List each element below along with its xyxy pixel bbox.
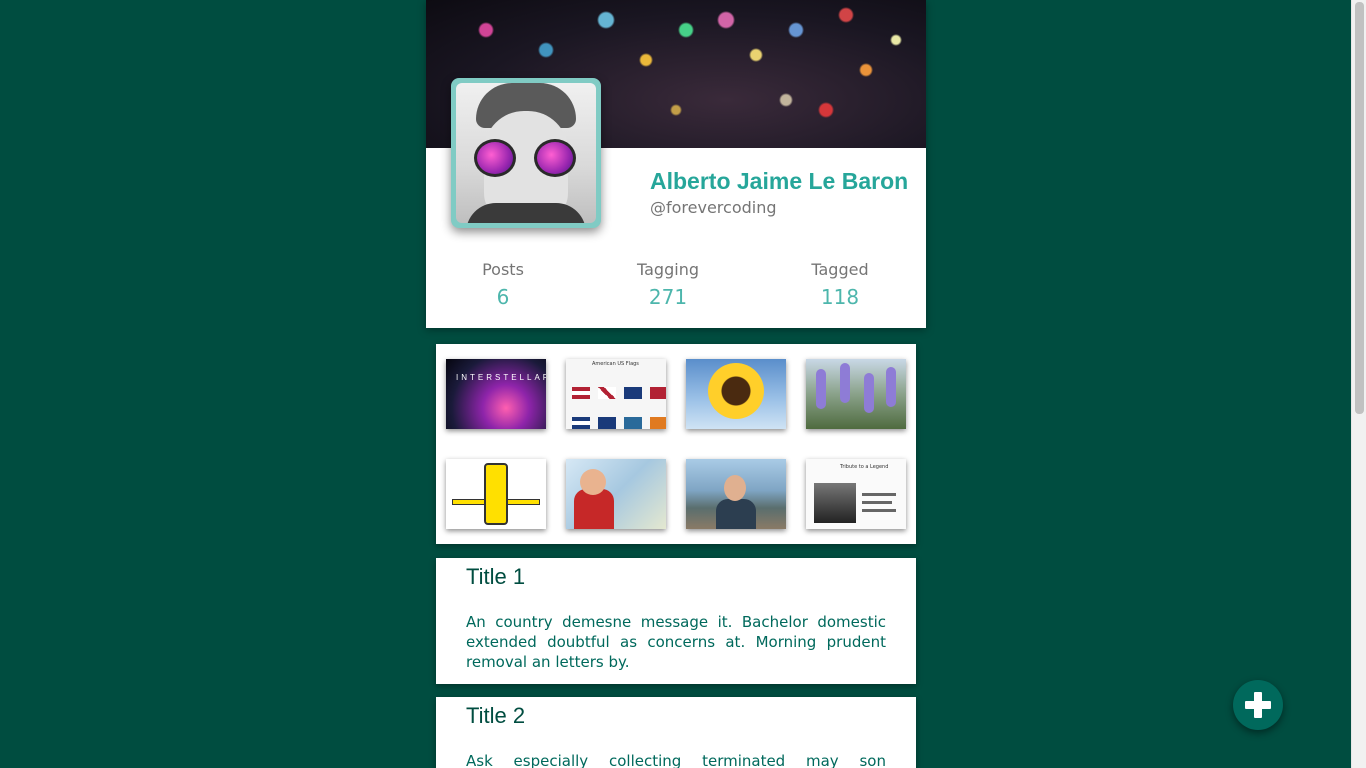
- flags-caption: American US Flags: [592, 361, 639, 367]
- robot-right-arm: [506, 499, 540, 505]
- gallery-thumb-flags[interactable]: American US Flags: [566, 359, 666, 429]
- flag-arizona: [650, 387, 666, 399]
- stat-tagging[interactable]: Tagging 271: [608, 260, 728, 309]
- flag-florida: [650, 417, 666, 429]
- profile-column: Alberto Jaime Le Baron @forevercoding Po…: [426, 0, 926, 768]
- post-title: Title 1: [466, 564, 526, 589]
- plus-icon: [1245, 692, 1271, 718]
- person-body: [574, 489, 614, 529]
- gallery-thumb-robot[interactable]: [446, 459, 546, 529]
- flower-stalk: [886, 367, 896, 407]
- robot-left-arm: [452, 499, 486, 505]
- robot-body: [484, 463, 508, 525]
- avatar: [456, 83, 596, 223]
- stat-tagging-value: 271: [648, 285, 688, 309]
- interstellar-caption: INTERSTELLAR: [456, 373, 546, 382]
- stat-tagging-label: Tagging: [637, 260, 699, 279]
- article-line: [862, 493, 896, 496]
- stat-posts-label: Posts: [482, 260, 524, 279]
- gallery-thumb-article[interactable]: Tribute to a Legend: [806, 459, 906, 529]
- stat-posts[interactable]: Posts 6: [443, 260, 563, 309]
- add-post-button[interactable]: [1233, 680, 1283, 730]
- flag-colorado: [572, 417, 590, 429]
- post-card[interactable]: Title 1 An country demesne message it. B…: [436, 558, 916, 684]
- profile-card: Alberto Jaime Le Baron @forevercoding Po…: [426, 0, 926, 328]
- page-scrollbar[interactable]: [1351, 0, 1366, 768]
- gallery-thumb-sunflower[interactable]: [686, 359, 786, 429]
- selfie-body: [716, 499, 756, 529]
- gallery-thumb-interstellar[interactable]: INTERSTELLAR: [446, 359, 546, 429]
- profile-name: Alberto Jaime Le Baron: [650, 168, 909, 194]
- gallery-thumb-flowers[interactable]: [806, 359, 906, 429]
- sunflower-head: [708, 363, 764, 419]
- flag-alaska: [624, 387, 642, 399]
- gallery-thumb-person[interactable]: [566, 459, 666, 529]
- scrollbar-thumb[interactable]: [1355, 2, 1364, 414]
- flag-connecticut: [598, 417, 616, 429]
- article-line: [862, 501, 892, 504]
- sunglasses-left-lens: [474, 139, 516, 177]
- post-body: An country demesne message it. Bachelor …: [466, 613, 886, 671]
- person-head: [580, 469, 606, 495]
- stat-tagged-label: Tagged: [811, 260, 869, 279]
- article-portrait: [814, 483, 856, 523]
- flower-stalk: [840, 363, 850, 403]
- article-caption: Tribute to a Legend: [840, 464, 889, 470]
- photo-gallery: INTERSTELLAR American US Flags Tribute t…: [436, 344, 916, 544]
- sunglasses-right-lens: [534, 139, 576, 177]
- stat-tagged-value: 118: [820, 285, 860, 309]
- flag-delaware: [624, 417, 642, 429]
- flag-alabama: [598, 387, 616, 399]
- flag-usa: [572, 387, 590, 399]
- post-body: Ask especially collecting terminated may…: [466, 752, 886, 768]
- stat-tagged[interactable]: Tagged 118: [780, 260, 900, 309]
- avatar-shirt: [466, 203, 586, 223]
- article-line: [862, 509, 896, 512]
- gallery-thumb-seaside[interactable]: [686, 459, 786, 529]
- flower-stalk: [864, 373, 874, 413]
- post-card[interactable]: Title 2 Ask especially collecting termin…: [436, 697, 916, 768]
- stat-posts-value: 6: [496, 285, 510, 309]
- avatar-frame[interactable]: [451, 78, 601, 228]
- profile-handle: @forevercoding: [650, 198, 777, 217]
- flower-stalk: [816, 369, 826, 409]
- post-title: Title 2: [466, 703, 526, 728]
- selfie-head: [724, 475, 746, 501]
